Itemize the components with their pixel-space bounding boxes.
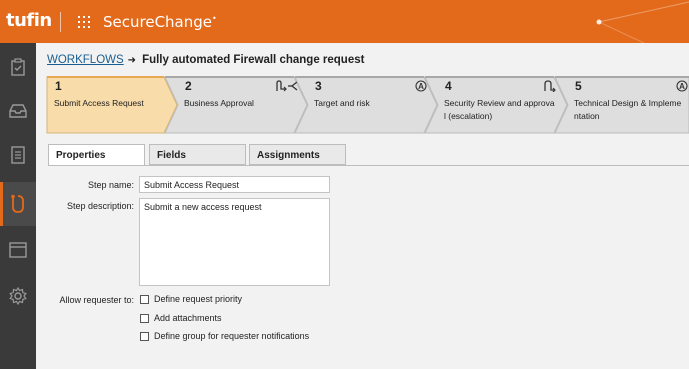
define-group-checkbox[interactable] xyxy=(140,331,149,341)
app-name-text: SecureChange xyxy=(103,13,212,31)
inbox-icon xyxy=(9,104,27,118)
option-label: Define request priority xyxy=(154,294,243,304)
step-description-textarea[interactable]: Submit a new access request xyxy=(139,198,330,286)
document-icon xyxy=(11,146,25,164)
logo-separator xyxy=(60,12,61,32)
step-label-line-2: l (escalation) xyxy=(444,111,493,121)
step-1[interactable]: 1 Submit Access Request xyxy=(46,76,178,134)
step-label: Technical Design & Impleme ntation xyxy=(574,97,689,123)
app-name: SecureChange• xyxy=(103,13,217,31)
workflow-steps: 1 Submit Access Request 2 Business Appro… xyxy=(46,76,689,134)
step-number: 3 xyxy=(315,79,322,93)
step-label-line-2: ntation xyxy=(574,111,600,121)
step-label-line-1: Technical Design & Impleme xyxy=(574,98,682,108)
step-number: 5 xyxy=(575,79,582,93)
sidebar-item-documents[interactable] xyxy=(0,133,36,177)
window-icon xyxy=(9,242,27,258)
step-label: Target and risk xyxy=(314,98,370,108)
step-2[interactable]: 2 Business Approval xyxy=(164,76,308,134)
page-title: Fully automated Firewall change request xyxy=(142,54,365,66)
app-name-dot: • xyxy=(212,14,217,23)
top-bar: tufin SecureChange• xyxy=(0,0,689,43)
header-decoration xyxy=(596,1,689,43)
step-label-line-1: Security Review and approva xyxy=(444,98,555,108)
gear-icon xyxy=(9,287,27,305)
option-label: Define group for requester notifications xyxy=(154,331,310,341)
clipboard-check-icon xyxy=(11,58,25,76)
step-label: Business Approval xyxy=(184,98,254,108)
step-number: 2 xyxy=(185,79,192,93)
step-label: Submit Access Request xyxy=(54,98,144,108)
sidebar-item-settings[interactable] xyxy=(0,274,36,318)
auto-icon: A xyxy=(676,80,688,92)
define-priority-checkbox[interactable] xyxy=(140,294,149,304)
add-attachments-checkbox[interactable] xyxy=(140,313,149,323)
allow-requester-label: Allow requester to: xyxy=(59,295,134,305)
breadcrumb-arrow-icon: ➜ xyxy=(127,54,137,66)
workflows-link[interactable]: WORKFLOWS xyxy=(47,54,124,66)
tab-assignments[interactable]: Assignments xyxy=(249,144,346,165)
tab-fields[interactable]: Fields xyxy=(149,144,246,165)
svg-text:A: A xyxy=(679,82,685,91)
option-define-priority[interactable]: Define request priority xyxy=(140,294,242,304)
workflow-icon xyxy=(11,194,24,213)
sidebar-item-workflows[interactable] xyxy=(0,182,36,226)
option-label: Add attachments xyxy=(154,313,222,323)
option-define-group[interactable]: Define group for requester notifications xyxy=(140,331,309,341)
option-add-attachments[interactable]: Add attachments xyxy=(140,313,222,323)
main-content: WORKFLOWS ➜ Fully automated Firewall cha… xyxy=(36,43,689,369)
step-name-input[interactable]: Submit Access Request xyxy=(139,176,330,193)
sidebar-item-windows[interactable] xyxy=(0,228,36,272)
step-5[interactable]: 5 Technical Design & Impleme ntation A xyxy=(554,76,689,134)
sidebar-item-tasks[interactable] xyxy=(0,45,36,89)
step-description-label: Step description: xyxy=(66,201,134,211)
step-3[interactable]: 3 Target and risk A xyxy=(294,76,438,134)
step-name-label: Step name: xyxy=(87,180,134,190)
app-grid-icon[interactable] xyxy=(78,16,90,28)
tab-properties[interactable]: Properties xyxy=(48,144,145,166)
step-number: 4 xyxy=(445,79,452,93)
tufin-logo[interactable]: tufin xyxy=(6,10,52,31)
tab-divider xyxy=(48,165,689,166)
step-label: Security Review and approva l (escalation… xyxy=(444,97,564,123)
step-4[interactable]: 4 Security Review and approva l (escalati… xyxy=(424,76,568,134)
sidebar-item-inbox[interactable] xyxy=(0,89,36,133)
step-number: 1 xyxy=(55,79,62,93)
breadcrumb: WORKFLOWS ➜ Fully automated Firewall cha… xyxy=(47,54,364,66)
sidebar xyxy=(0,43,36,369)
